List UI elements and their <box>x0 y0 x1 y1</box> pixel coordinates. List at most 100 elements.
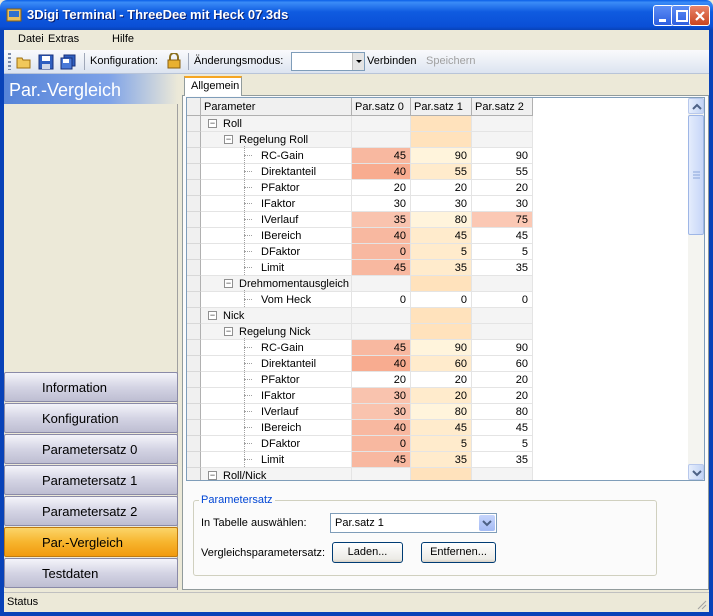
dropdown-arrow[interactable] <box>479 515 495 531</box>
parameter-name-cell[interactable]: IFaktor <box>201 194 352 212</box>
value-cell-parsatz-2[interactable]: 90 <box>472 340 533 356</box>
column-header-parsatz-1[interactable]: Par.satz 1 <box>411 98 472 116</box>
value-cell-parsatz-1[interactable]: 45 <box>411 420 472 436</box>
parameter-name-cell[interactable]: PFaktor <box>201 178 352 196</box>
parameter-name-cell[interactable]: − Roll/Nick <box>201 468 352 480</box>
save-icon[interactable] <box>38 54 54 70</box>
nav-parametersatz-0[interactable]: Parametersatz 0 <box>4 434 178 464</box>
menu-extras[interactable]: Extras <box>48 33 79 45</box>
value-cell-parsatz-0[interactable]: 40 <box>352 164 411 180</box>
parameter-name-cell[interactable]: Vom Heck <box>201 290 352 308</box>
entfernen-button[interactable]: Entfernen... <box>421 542 496 563</box>
parameter-name-cell[interactable]: Direktanteil <box>201 162 352 180</box>
value-cell-parsatz-1[interactable] <box>411 276 472 292</box>
value-cell-parsatz-0[interactable]: 45 <box>352 452 411 468</box>
row-header[interactable] <box>187 116 201 132</box>
value-cell-parsatz-2[interactable]: 80 <box>472 404 533 420</box>
value-cell-parsatz-0[interactable]: 30 <box>352 404 411 420</box>
speichern-button[interactable]: Speichern <box>426 55 476 67</box>
value-cell-parsatz-0[interactable]: 0 <box>352 436 411 452</box>
parameter-name-cell[interactable]: IVerlauf <box>201 402 352 420</box>
value-cell-parsatz-1[interactable]: 80 <box>411 404 472 420</box>
value-cell-parsatz-0[interactable]: 45 <box>352 340 411 356</box>
value-cell-parsatz-2[interactable] <box>472 468 533 480</box>
value-cell-parsatz-2[interactable] <box>472 276 533 292</box>
row-header[interactable] <box>187 196 201 212</box>
value-cell-parsatz-2[interactable] <box>472 308 533 324</box>
row-header[interactable] <box>187 180 201 196</box>
dropdown-arrow[interactable] <box>352 53 364 70</box>
parameter-name-cell[interactable]: RC-Gain <box>201 146 352 164</box>
row-header[interactable] <box>187 244 201 260</box>
row-header[interactable] <box>187 372 201 388</box>
collapse-icon[interactable]: − <box>224 135 233 144</box>
row-header[interactable] <box>187 292 201 308</box>
value-cell-parsatz-0[interactable] <box>352 324 411 340</box>
value-cell-parsatz-1[interactable]: 30 <box>411 196 472 212</box>
value-cell-parsatz-2[interactable]: 30 <box>472 196 533 212</box>
value-cell-parsatz-0[interactable]: 0 <box>352 292 411 308</box>
value-cell-parsatz-0[interactable] <box>352 468 411 480</box>
row-header[interactable] <box>187 452 201 468</box>
value-cell-parsatz-1[interactable]: 20 <box>411 180 472 196</box>
value-cell-parsatz-0[interactable] <box>352 308 411 324</box>
value-cell-parsatz-0[interactable]: 40 <box>352 420 411 436</box>
value-cell-parsatz-0[interactable]: 35 <box>352 212 411 228</box>
row-header[interactable] <box>187 468 201 480</box>
value-cell-parsatz-1[interactable] <box>411 308 472 324</box>
parameter-name-cell[interactable]: DFaktor <box>201 242 352 260</box>
scroll-thumb[interactable] <box>688 115 704 235</box>
tabelle-select[interactable]: Par.satz 1 <box>330 513 497 533</box>
parameter-name-cell[interactable]: − Drehmomentausgleich <box>201 276 352 292</box>
nav-information[interactable]: Information <box>4 372 178 402</box>
row-header[interactable] <box>187 436 201 452</box>
scroll-up-button[interactable] <box>688 98 704 114</box>
row-header[interactable] <box>187 324 201 340</box>
column-header-parameter[interactable]: Parameter <box>201 98 352 116</box>
value-cell-parsatz-2[interactable]: 90 <box>472 148 533 164</box>
parameter-name-cell[interactable]: − Nick <box>201 308 352 324</box>
parameter-name-cell[interactable]: IVerlauf <box>201 210 352 228</box>
nav-testdaten[interactable]: Testdaten <box>4 558 178 588</box>
value-cell-parsatz-0[interactable]: 45 <box>352 260 411 276</box>
value-cell-parsatz-2[interactable]: 20 <box>472 180 533 196</box>
row-header[interactable] <box>187 132 201 148</box>
value-cell-parsatz-1[interactable] <box>411 324 472 340</box>
nav-parametersatz-1[interactable]: Parametersatz 1 <box>4 465 178 495</box>
value-cell-parsatz-2[interactable]: 20 <box>472 388 533 404</box>
row-header[interactable] <box>187 260 201 276</box>
row-header[interactable] <box>187 404 201 420</box>
value-cell-parsatz-1[interactable]: 20 <box>411 388 472 404</box>
parameter-name-cell[interactable]: − Roll <box>201 116 352 132</box>
aenderungsmodus-dropdown[interactable] <box>291 52 365 71</box>
parameter-name-cell[interactable]: IBereich <box>201 418 352 436</box>
parameter-name-cell[interactable]: Direktanteil <box>201 354 352 372</box>
row-header[interactable] <box>187 148 201 164</box>
lock-icon[interactable] <box>167 53 181 69</box>
value-cell-parsatz-2[interactable]: 45 <box>472 228 533 244</box>
row-header[interactable] <box>187 420 201 436</box>
tab-allgemein[interactable]: Allgemein <box>184 76 242 96</box>
value-cell-parsatz-0[interactable]: 30 <box>352 388 411 404</box>
value-cell-parsatz-0[interactable]: 40 <box>352 356 411 372</box>
parameter-name-cell[interactable]: − Regelung Roll <box>201 132 352 148</box>
value-cell-parsatz-1[interactable] <box>411 468 472 480</box>
parameter-name-cell[interactable]: RC-Gain <box>201 338 352 356</box>
value-cell-parsatz-0[interactable]: 45 <box>352 148 411 164</box>
verbinden-button[interactable]: Verbinden <box>367 55 417 67</box>
value-cell-parsatz-1[interactable]: 60 <box>411 356 472 372</box>
laden-button[interactable]: Laden... <box>332 542 403 563</box>
value-cell-parsatz-2[interactable]: 35 <box>472 260 533 276</box>
collapse-icon[interactable]: − <box>224 279 233 288</box>
value-cell-parsatz-2[interactable]: 5 <box>472 436 533 452</box>
value-cell-parsatz-0[interactable] <box>352 276 411 292</box>
menu-datei[interactable]: Datei <box>18 33 44 45</box>
save-all-icon[interactable] <box>60 54 76 70</box>
value-cell-parsatz-2[interactable]: 35 <box>472 452 533 468</box>
column-header-parsatz-2[interactable]: Par.satz 2 <box>472 98 533 116</box>
open-folder-icon[interactable] <box>16 54 32 70</box>
value-cell-parsatz-2[interactable]: 75 <box>472 212 533 228</box>
value-cell-parsatz-1[interactable]: 5 <box>411 436 472 452</box>
value-cell-parsatz-1[interactable]: 55 <box>411 164 472 180</box>
value-cell-parsatz-1[interactable]: 80 <box>411 212 472 228</box>
